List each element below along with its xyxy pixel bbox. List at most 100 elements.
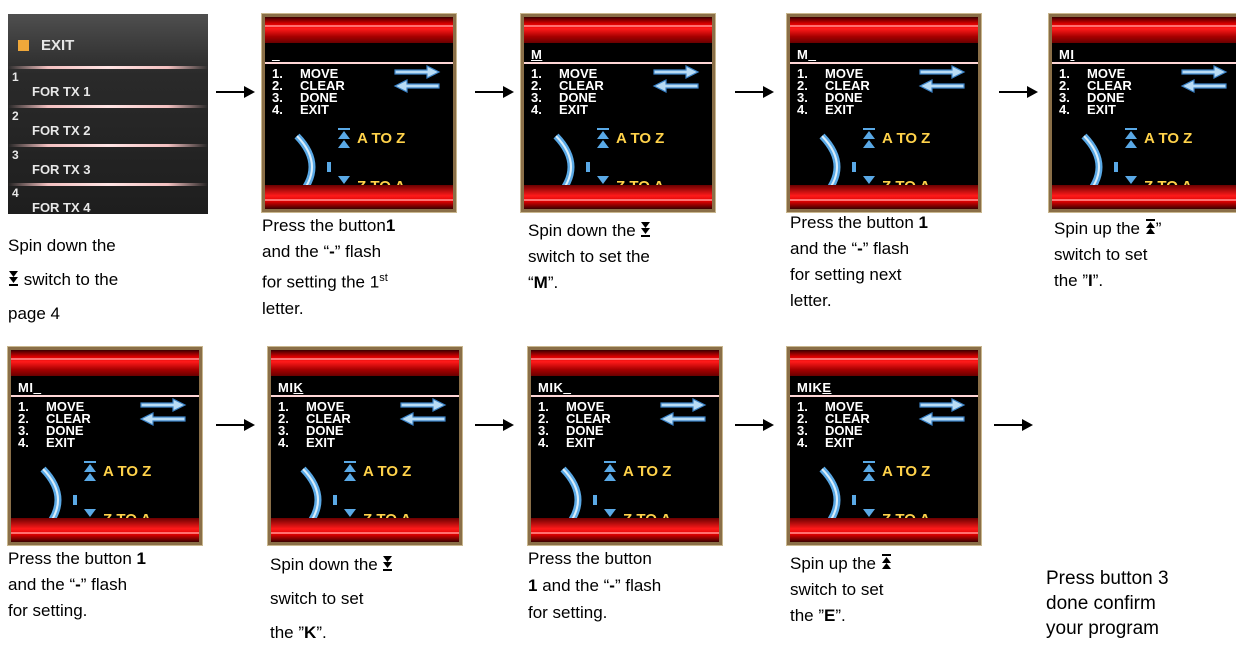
name-prefix: MIK [538,380,564,395]
band-stripe [790,358,978,360]
caption-step-0: Spin down the switch to the page 4 [8,236,119,323]
spin-down-icon [9,271,18,286]
option-exit[interactable]: 4. EXIT [797,103,854,116]
flow-arrow-icon [216,419,255,431]
name-divider [790,62,978,64]
name-entry-text: M_ [797,47,816,62]
name-cursor-char: _ [808,47,817,62]
bottom-red-band [790,185,978,209]
flow-arrow-icon [735,86,774,98]
caption-step-2: Spin down the switch to set the “M”. [528,221,651,292]
name-prefix: MI [18,380,34,395]
arrow-left-icon [652,79,699,93]
band-stripe [11,532,199,534]
band-stripe [1052,25,1236,27]
name-prefix: M [1059,47,1071,62]
bottom-red-band [524,185,712,209]
bottom-red-band [531,518,719,542]
arrow-right-icon [660,398,707,412]
name-divider [265,62,453,64]
menu-item-index: 4 [12,186,19,200]
a-to-z-label: A TO Z [882,463,931,480]
name-cursor-char: E [822,380,832,395]
arrow-right-icon [919,398,966,412]
name-cursor-char: K [293,380,304,395]
a-to-z-label: A TO Z [623,463,672,480]
option-exit[interactable]: 4. EXIT [18,436,75,449]
name-cursor-char: M [531,47,543,62]
band-stripe [790,532,978,534]
name-entry-text: MI [1059,47,1074,62]
flow-arrow-icon [735,419,774,431]
name-divider [790,395,978,397]
spin-up-icon [863,128,875,148]
caption-step-1: Press the button1 and the “-” flash for … [262,216,396,318]
caption-step-3: Press the button 1 and the “-” flash for… [790,213,928,310]
option-exit[interactable]: 4. EXIT [538,436,595,449]
top-red-band [1052,17,1236,43]
top-red-band [11,350,199,376]
lcd-screen-step-8: MIKE 1. MOVE 2. CLEAR 3. DONE 4. EXIT A TO Z [786,346,982,546]
flow-arrow-icon [475,419,514,431]
name-entry-text: M [531,47,542,62]
arrow-right-icon [919,65,966,79]
name-divider [271,395,459,397]
spin-up-icon [863,461,875,481]
menu-divider [8,183,208,186]
menu-divider [8,105,208,108]
band-stripe [265,199,453,201]
band-stripe [271,532,459,534]
menu-exit-row[interactable]: EXIT [18,34,74,56]
bottom-red-band [271,518,459,542]
option-exit[interactable]: 4. EXIT [272,103,329,116]
menu-exit-label: EXIT [41,36,75,54]
option-exit[interactable]: 4. EXIT [278,436,335,449]
top-red-band [531,350,719,376]
spin-up-icon [1125,128,1137,148]
option-exit[interactable]: 4. EXIT [531,103,588,116]
spin-down-icon [641,222,651,237]
arrow-left-icon [918,412,965,426]
a-to-z-label: A TO Z [357,130,406,147]
menu-divider [8,66,208,69]
lcd-screen-step-2: M 1.MOVE 2.CLEAR 3.DONE 4.EXIT A TO Z Z [520,13,716,213]
menu-item-tx4[interactable]: FOR TX 4 [32,200,91,214]
caption-step-6: Spin down the switch to set the ”K”. [270,548,393,650]
name-prefix: MIK [797,380,823,395]
arrow-right-icon [653,65,700,79]
band-stripe [1052,199,1236,201]
name-entry-text: MIK_ [538,380,571,395]
bottom-red-band [1052,185,1236,209]
arrow-left-icon [1180,79,1227,93]
menu-item-tx3[interactable]: FOR TX 3 [32,162,91,177]
lcd-screen-step-7: MIK_ 1. MOVE 2. CLEAR 3. DONE 4. EXIT A TO Z [527,346,723,546]
option-exit[interactable]: 4. EXIT [1059,103,1116,116]
band-stripe [531,532,719,534]
arrow-left-icon [393,79,440,93]
option-exit[interactable]: 4. EXIT [797,436,854,449]
menu-item-index: 2 [12,109,19,123]
arrow-left-icon [399,412,446,426]
band-stripe [524,199,712,201]
arrow-left-icon [918,79,965,93]
name-divider [1052,62,1236,64]
top-red-band [265,17,453,43]
flow-arrow-icon [994,419,1033,431]
band-stripe [271,358,459,360]
spin-up-icon [881,554,891,569]
caption-step-7: Press the button 1 and the “-” flash for… [528,549,662,622]
bottom-red-band [265,185,453,209]
menu-divider [8,144,208,147]
band-stripe [265,25,453,27]
menu-item-tx1[interactable]: FOR TX 1 [32,84,91,99]
arrow-left-icon [659,412,706,426]
menu-item-tx2[interactable]: FOR TX 2 [32,123,91,138]
orange-square-icon [18,39,29,51]
name-divider [11,395,199,397]
name-cursor-char: _ [563,380,572,395]
arrow-right-icon [400,398,447,412]
lcd-screen-step-6: MIK 1. MOVE 2. CLEAR 3. DONE 4. EXIT A TO Z [267,346,463,546]
a-to-z-label: A TO Z [363,463,412,480]
caption-step-8: Spin up the switch to set the ”E”. [790,551,892,629]
name-cursor-char: _ [272,47,280,62]
